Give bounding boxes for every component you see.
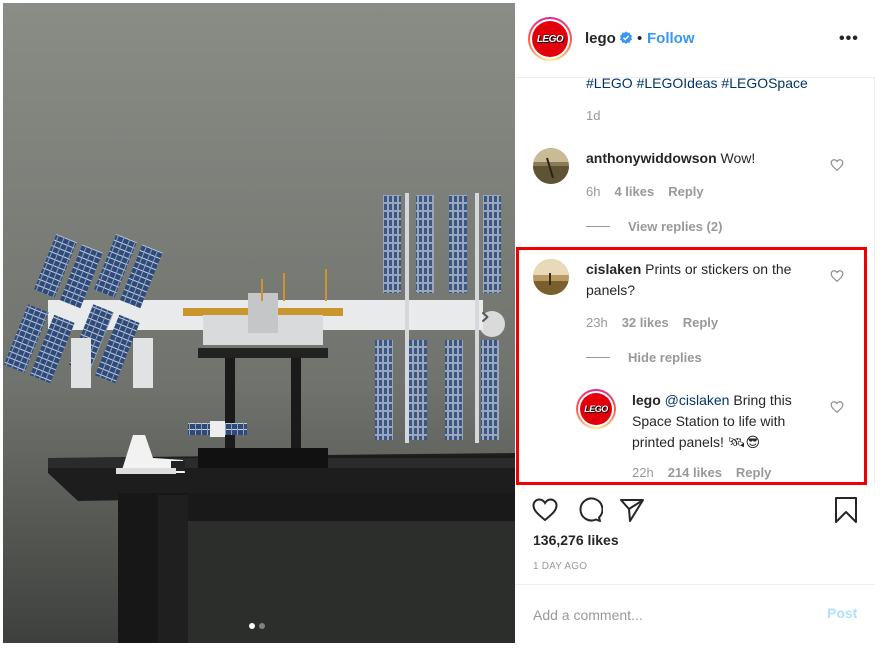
caption-timestamp: 1d [586, 108, 601, 123]
commenter-avatar[interactable] [533, 259, 569, 295]
author-username[interactable]: lego [585, 30, 616, 47]
carousel-dot-2 [259, 623, 265, 629]
share-icon[interactable] [618, 496, 646, 524]
replies-line [586, 357, 610, 358]
comment-likes[interactable]: 4 likes [614, 184, 654, 199]
post-timestamp: 1 DAY AGO [533, 561, 588, 572]
post-panel: LEGO lego • Follow ••• #LEGO #LEGOIdeas … [515, 0, 881, 650]
comment-meta: 6h 4 likes Reply [586, 184, 704, 199]
comment-divider [515, 584, 875, 585]
comment-body: Wow! [720, 150, 756, 166]
space-station-photo [3, 3, 515, 643]
comment-text: cislaken Prints or stickers on the panel… [586, 259, 811, 301]
comment-meta: 23h 32 likes Reply [586, 315, 718, 330]
comment-text: anthonywiddowson Wow! [586, 148, 816, 169]
add-comment-input[interactable] [533, 604, 813, 626]
comment-likes[interactable]: 32 likes [622, 315, 669, 330]
reply-author-avatar[interactable]: LEGO [576, 389, 616, 429]
replies-line [586, 226, 610, 227]
post-comment-button[interactable]: Post [827, 605, 857, 621]
verified-badge-icon [620, 31, 632, 44]
commenter-avatar[interactable] [533, 148, 569, 184]
view-replies-label: View replies (2) [628, 219, 723, 234]
author-avatar[interactable]: LEGO [528, 17, 572, 61]
reply-meta: 22h 214 likes Reply [632, 465, 771, 480]
reply-like-icon[interactable] [830, 400, 844, 414]
hide-replies-label: Hide replies [628, 350, 702, 365]
comment-username[interactable]: cislaken [586, 261, 641, 277]
carousel-next-button[interactable] [479, 311, 505, 337]
comment-username[interactable]: anthonywiddowson [586, 150, 717, 166]
comment-time: 23h [586, 315, 608, 330]
comment-time: 6h [586, 184, 601, 199]
reply-mention[interactable]: @cislaken [665, 392, 730, 408]
reply-text: lego @cislaken Bring this Space Station … [632, 390, 812, 453]
lego-logo-icon: LEGO [580, 393, 612, 425]
comment-reply-button[interactable]: Reply [683, 315, 718, 330]
reply-likes[interactable]: 214 likes [668, 465, 722, 480]
likes-count[interactable]: 136,276 likes [533, 532, 619, 548]
comments-list[interactable]: #LEGO #LEGOIdeas #LEGOSpace 1d anthonywi… [515, 77, 875, 485]
comment-like-icon[interactable] [830, 269, 844, 283]
reply-username[interactable]: lego [632, 392, 661, 408]
post-actions [515, 492, 881, 528]
avatar-photo [533, 259, 569, 295]
caption-hashtags[interactable]: #LEGO #LEGOIdeas #LEGOSpace [586, 78, 808, 91]
carousel-dot-1 [249, 623, 255, 629]
comment-reply-button[interactable]: Reply [668, 184, 703, 199]
reply-reply-button[interactable]: Reply [736, 465, 771, 480]
bookmark-icon[interactable] [832, 496, 860, 524]
hide-replies-button[interactable]: Hide replies [586, 350, 702, 365]
reply-time: 22h [632, 465, 654, 480]
avatar-photo [533, 148, 569, 184]
post-header: LEGO lego • Follow ••• [515, 0, 881, 77]
comment-icon[interactable] [575, 496, 603, 524]
follow-button[interactable]: Follow [647, 30, 695, 47]
carousel-indicator [249, 623, 265, 629]
comment-like-icon[interactable] [830, 158, 844, 172]
post-image[interactable] [3, 3, 515, 643]
more-options-icon[interactable]: ••• [839, 30, 859, 48]
view-replies-button[interactable]: View replies (2) [586, 219, 722, 234]
lego-logo-icon: LEGO [532, 21, 568, 57]
heart-icon[interactable] [531, 496, 559, 524]
chevron-right-icon [482, 312, 489, 322]
header-separator: • [637, 30, 643, 47]
